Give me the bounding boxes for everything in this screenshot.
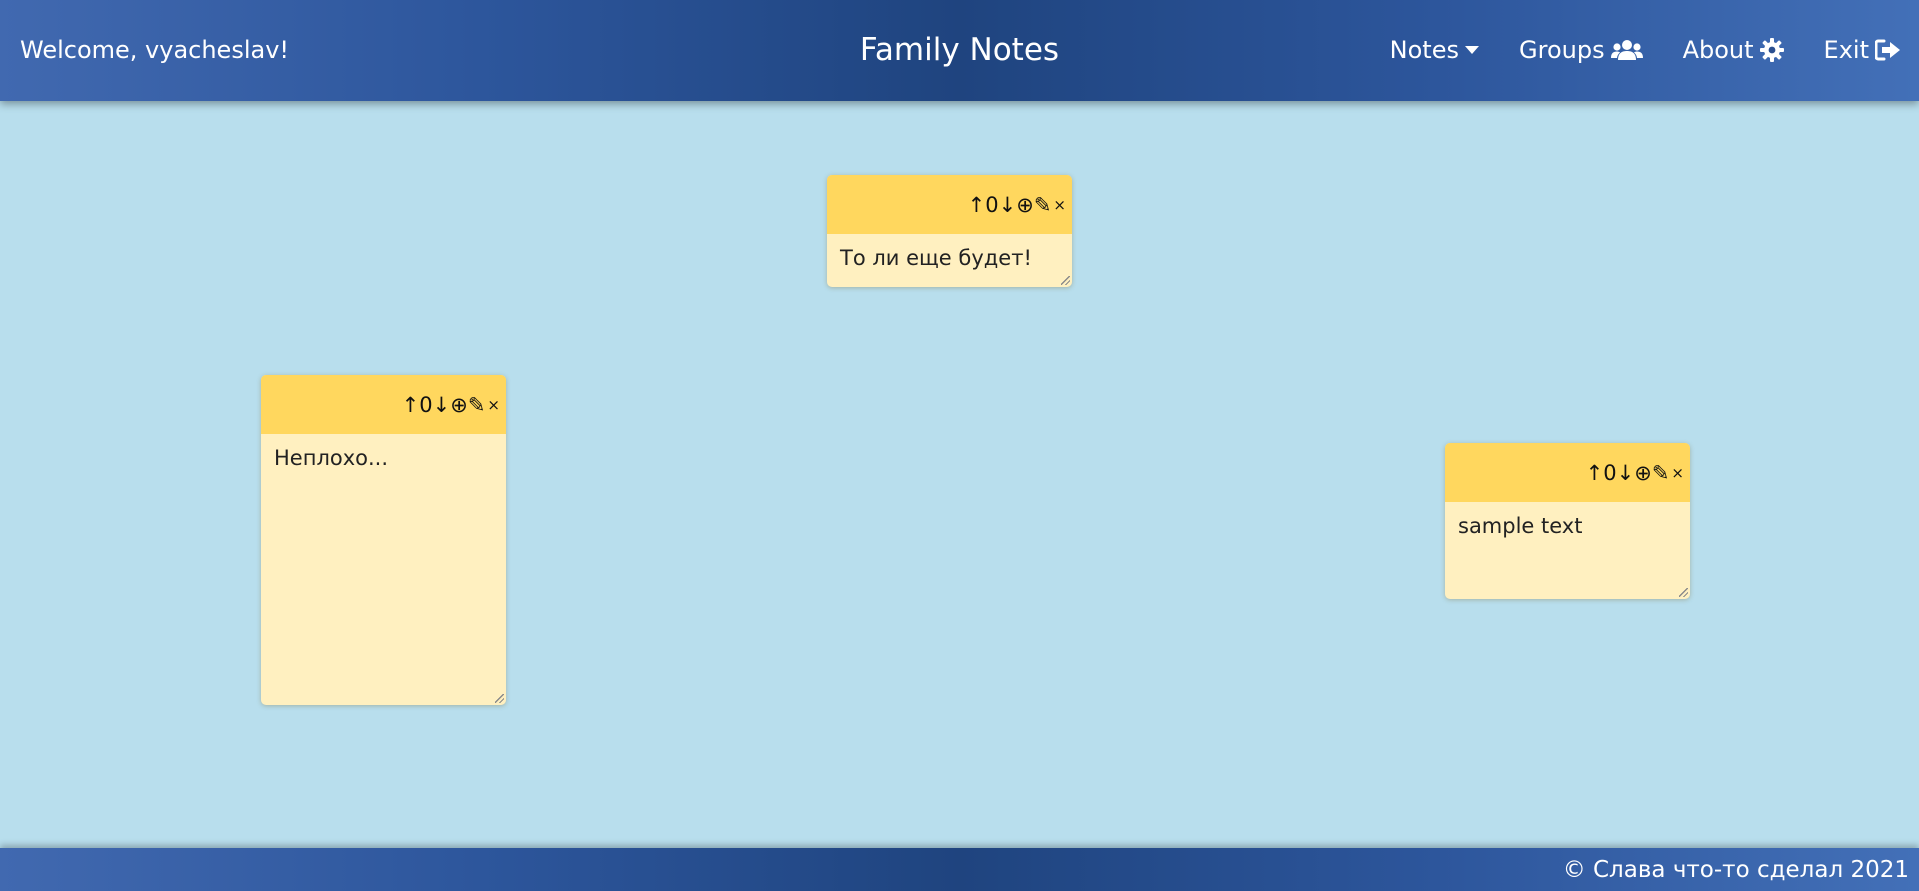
note-card[interactable]: ↑ 0 ↓ ⊕ ✎ × То ли еще будет! (827, 175, 1072, 287)
note-score: 0 (1603, 461, 1617, 485)
note-card[interactable]: ↑ 0 ↓ ⊕ ✎ × Неплохо... (261, 375, 506, 705)
note-controls: ↑ 0 ↓ ⊕ ✎ × (968, 193, 1066, 217)
edit-note-button[interactable]: ✎ (468, 393, 486, 417)
note-text[interactable]: То ли еще будет! (827, 234, 1072, 282)
edit-note-button[interactable]: ✎ (1034, 193, 1052, 217)
upvote-button[interactable]: ↑ (1586, 461, 1604, 485)
caret-down-icon (1465, 46, 1479, 54)
note-score: 0 (419, 393, 433, 417)
edit-note-button[interactable]: ✎ (1652, 461, 1670, 485)
resize-handle[interactable] (495, 694, 504, 703)
note-controls: ↑ 0 ↓ ⊕ ✎ × (1586, 461, 1684, 485)
delete-note-button[interactable]: × (487, 393, 500, 417)
note-text[interactable]: sample text (1445, 502, 1690, 550)
resize-handle[interactable] (1679, 588, 1688, 597)
nav-about[interactable]: About (1683, 35, 1784, 65)
footer-bar: © Слава что-то сделал 2021 (0, 848, 1919, 891)
nav-exit[interactable]: Exit (1824, 35, 1901, 65)
nav-notes-dropdown[interactable]: Notes (1390, 35, 1479, 65)
top-navbar: Welcome, vyacheslav! Family Notes Notes … (0, 0, 1919, 101)
nav-notes-label: Notes (1389, 36, 1459, 64)
note-score: 0 (985, 193, 999, 217)
copyright-text: © Слава что-то сделал 2021 (1562, 857, 1909, 883)
nav-groups[interactable]: Groups (1519, 35, 1643, 65)
delete-note-button[interactable]: × (1671, 461, 1684, 485)
main-nav: Notes Groups About Exit (1390, 35, 1901, 65)
nav-about-label: About (1682, 36, 1754, 64)
resize-handle[interactable] (1061, 276, 1070, 285)
delete-note-button[interactable]: × (1053, 193, 1066, 217)
add-note-button[interactable]: ⊕ (1634, 461, 1652, 485)
sign-out-icon (1875, 39, 1900, 61)
nav-exit-label: Exit (1823, 36, 1869, 64)
add-note-button[interactable]: ⊕ (450, 393, 468, 417)
note-controls: ↑ 0 ↓ ⊕ ✎ × (402, 393, 500, 417)
downvote-button[interactable]: ↓ (999, 193, 1017, 217)
note-header[interactable]: ↑ 0 ↓ ⊕ ✎ × (827, 175, 1072, 234)
note-header[interactable]: ↑ 0 ↓ ⊕ ✎ × (261, 375, 506, 434)
add-note-button[interactable]: ⊕ (1016, 193, 1034, 217)
note-card[interactable]: ↑ 0 ↓ ⊕ ✎ × sample text (1445, 443, 1690, 599)
users-icon (1610, 40, 1643, 60)
upvote-button[interactable]: ↑ (402, 393, 420, 417)
gear-icon (1759, 38, 1784, 62)
nav-groups-label: Groups (1519, 36, 1605, 64)
note-text[interactable]: Неплохо... (261, 434, 506, 482)
welcome-message: Welcome, vyacheslav! (20, 36, 290, 64)
downvote-button[interactable]: ↓ (1617, 461, 1635, 485)
upvote-button[interactable]: ↑ (968, 193, 986, 217)
note-header[interactable]: ↑ 0 ↓ ⊕ ✎ × (1445, 443, 1690, 502)
downvote-button[interactable]: ↓ (433, 393, 451, 417)
